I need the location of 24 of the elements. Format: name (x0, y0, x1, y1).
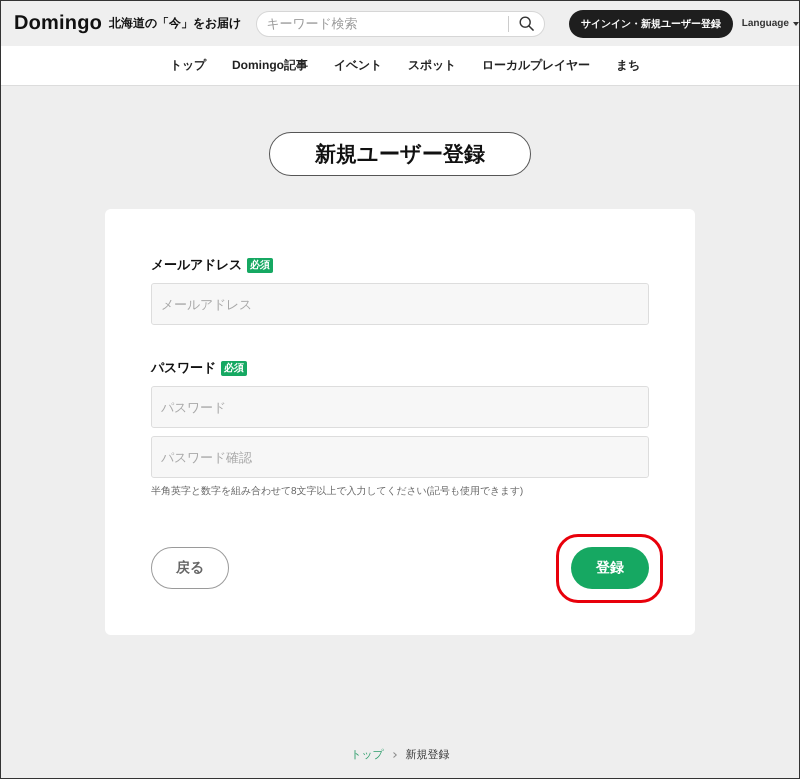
page-title: 新規ユーザー登録 (269, 132, 531, 176)
chevron-icon (392, 752, 396, 758)
nav-link[interactable]: まち (616, 57, 640, 74)
language-selector[interactable]: Language (742, 18, 799, 29)
field-label: メールアドレス (151, 256, 242, 274)
input-field[interactable]: メールアドレス (151, 283, 649, 325)
required-badge: 必須 (221, 360, 247, 376)
tagline: 北海道の「今」をお届け (109, 15, 242, 32)
nav-link[interactable]: Domingo記事 (232, 57, 308, 74)
logo[interactable]: Domingo (14, 12, 102, 35)
breadcrumb-current: 新規登録 (406, 748, 450, 762)
input-field[interactable]: パスワード確認 (151, 436, 649, 478)
field-label: パスワード (151, 359, 216, 377)
hint-text: 半角英字と数字を組み合わせて8文字以上で入力してください(記号も使用できます) (151, 484, 524, 498)
search-field[interactable]: キーワード検索 (256, 10, 545, 36)
input-field[interactable]: パスワード (151, 386, 649, 428)
required-badge: 必須 (247, 258, 273, 272)
back-button[interactable]: 戻る (151, 547, 229, 589)
nav-link[interactable]: トップ (170, 57, 206, 74)
nav-link[interactable]: イベント (334, 57, 382, 74)
nav-link[interactable]: スポット (408, 57, 456, 74)
signin-button[interactable]: サインイン・新規ユーザー登録 (568, 10, 733, 38)
search-icon (518, 16, 534, 31)
nav-link[interactable]: ローカルプレイヤー (482, 57, 590, 74)
